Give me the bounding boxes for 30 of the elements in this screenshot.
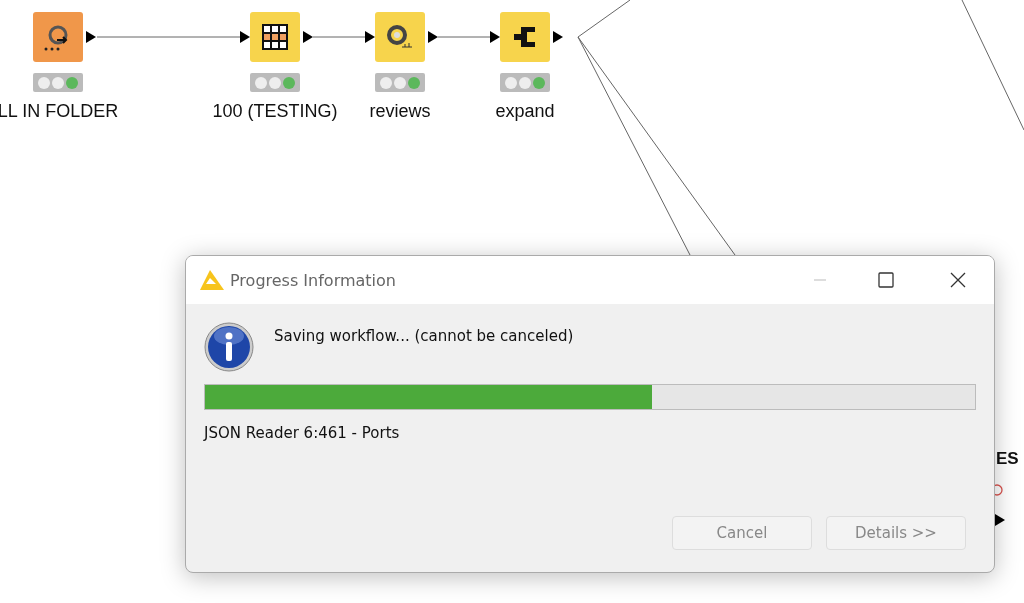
port-arrow-icon [365, 31, 375, 43]
port-arrow-icon [240, 31, 250, 43]
window-title: Progress Information [230, 270, 397, 290]
node-box[interactable] [250, 12, 300, 62]
progress-message: Saving workflow... (cannot be canceled) [274, 327, 574, 345]
maximize-icon [878, 272, 894, 288]
node-label: 100 (TESTING) [212, 101, 338, 122]
port-arrow-icon [995, 514, 1005, 526]
progress-detail: JSON Reader 6:461 - Ports [204, 424, 401, 442]
app-logo-icon [200, 270, 224, 290]
node-box[interactable] [500, 12, 550, 62]
close-icon [950, 272, 966, 288]
node-label: LL IN FOLDER [0, 101, 119, 122]
port-arrow-icon [303, 31, 313, 43]
minimize-icon [814, 279, 826, 281]
node-box[interactable] [33, 12, 83, 62]
node-label: reviews [369, 101, 431, 122]
port-arrow-icon [428, 31, 438, 43]
connection-line [437, 36, 491, 38]
node-label: ES [996, 449, 1019, 469]
port-arrow-icon [86, 31, 96, 43]
connection-line [312, 36, 366, 38]
info-icon [204, 322, 254, 372]
node-label: expand [495, 101, 555, 122]
expand-icon [512, 24, 538, 50]
port-arrow-icon [553, 31, 563, 43]
node-box[interactable] [375, 12, 425, 62]
table-icon [262, 24, 288, 50]
json-icon [386, 24, 414, 50]
port-arrow-icon [490, 31, 500, 43]
